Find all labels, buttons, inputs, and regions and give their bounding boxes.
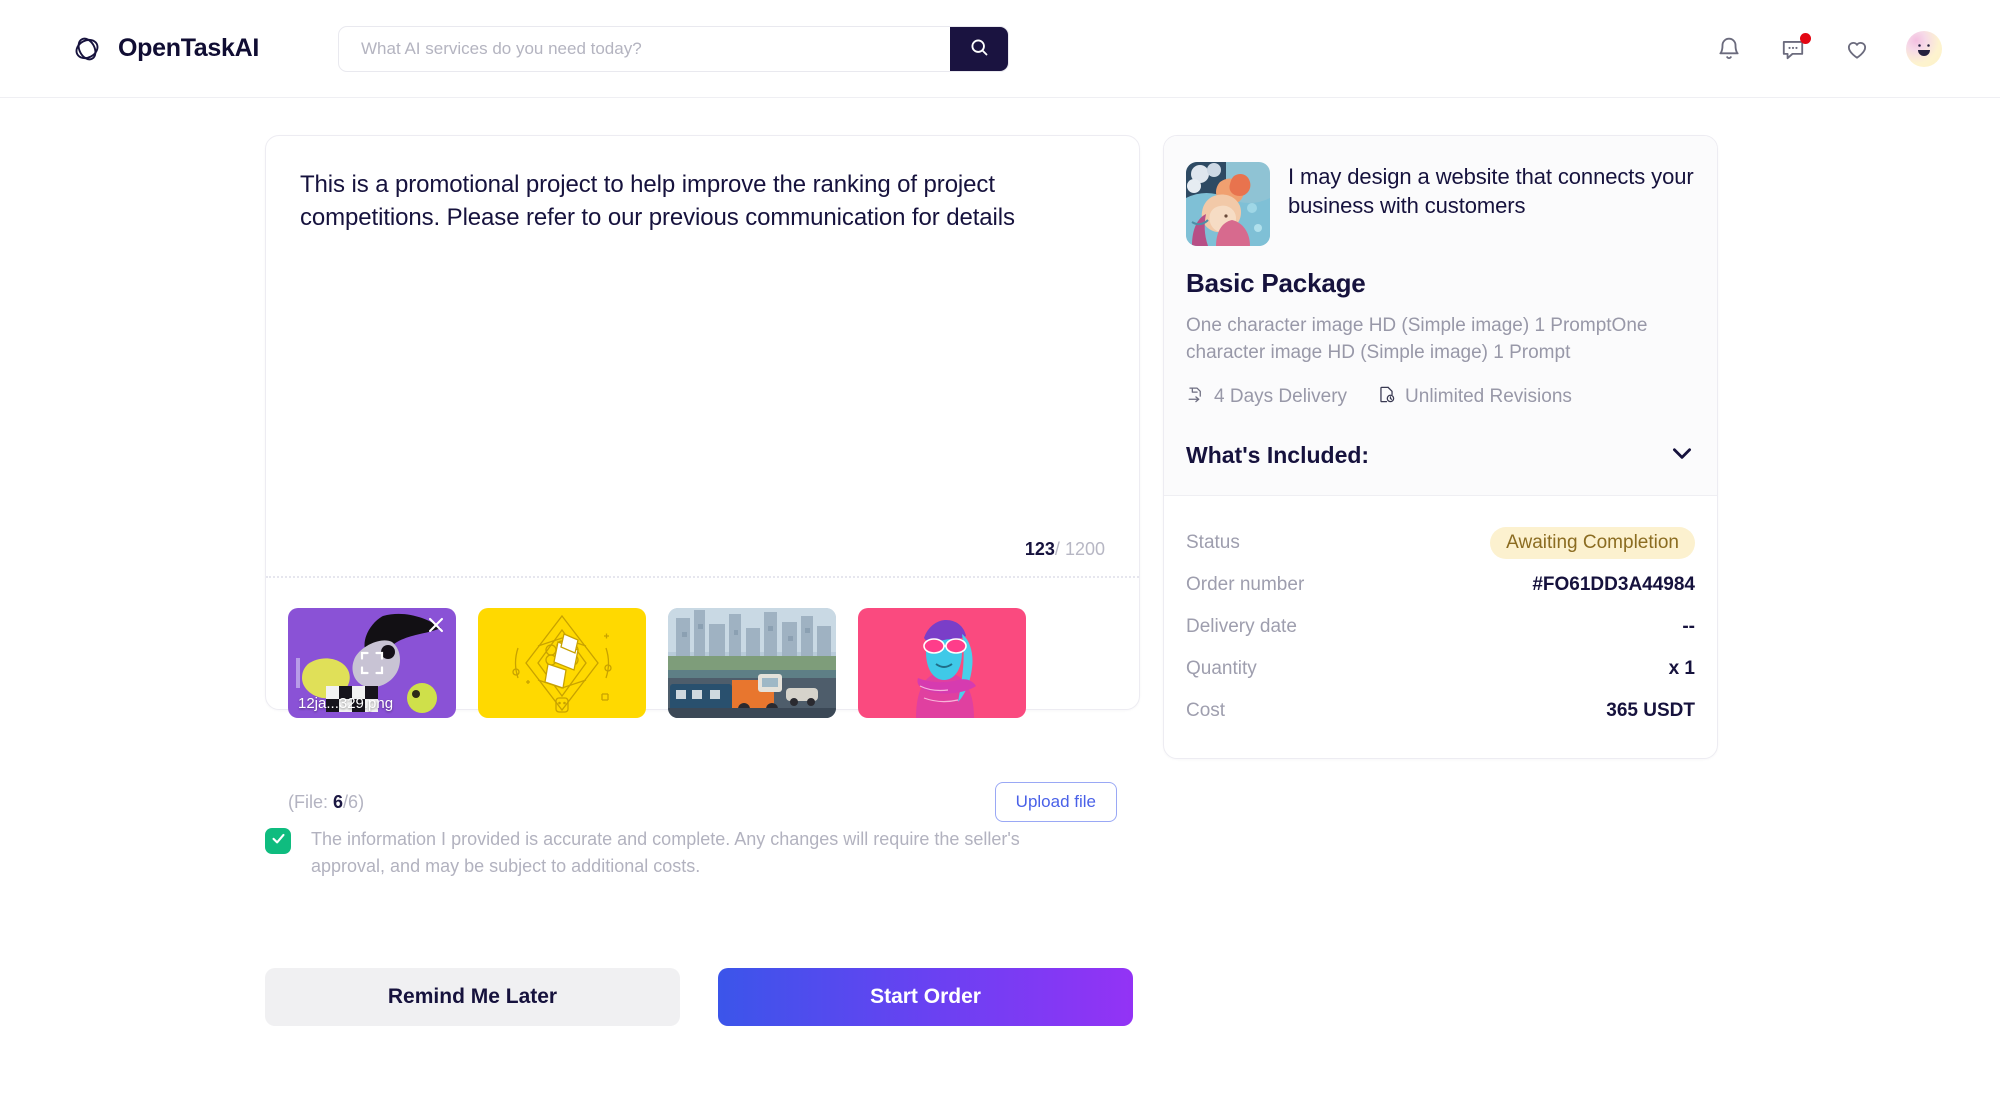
brand-name: OpenTaskAI (118, 34, 260, 62)
section-divider (266, 576, 1139, 578)
order-row: Delivery date -- (1186, 606, 1695, 648)
whats-included-label: What's Included: (1186, 441, 1370, 468)
character-counter: 123/ 1200 (1025, 539, 1105, 560)
checkmark-icon (270, 830, 287, 852)
attachment-thumb[interactable] (858, 608, 1026, 718)
order-row: Status Awaiting Completion (1186, 522, 1695, 564)
revisions-text: Unlimited Revisions (1405, 386, 1572, 408)
order-row-label: Quantity (1186, 657, 1257, 679)
order-row-label: Order number (1186, 573, 1305, 595)
order-details: Status Awaiting Completion Order number … (1164, 494, 1717, 758)
package-top-section: I may design a website that connects you… (1164, 136, 1717, 495)
upload-file-button[interactable]: Upload file (994, 782, 1117, 822)
order-brief-card: This is a promotional project to help im… (265, 135, 1140, 822)
order-row: Order number #FO61DD3A44984 (1186, 564, 1695, 606)
attachment-thumb[interactable]: 12ja...329.png (288, 608, 456, 718)
attachment-thumbnails: 12ja...329.png (288, 608, 1026, 718)
attachment-thumb[interactable] (668, 608, 836, 718)
delivery-time-icon (1186, 385, 1205, 410)
chevron-down-icon (1669, 440, 1695, 471)
unread-badge (1800, 33, 1811, 44)
order-row: Cost 365 USDT (1186, 690, 1695, 732)
app-header: OpenTaskAI (0, 0, 2000, 98)
search-input[interactable] (339, 27, 950, 71)
package-name: Basic Package (1186, 268, 1366, 298)
file-footer-row: (File: 6/6) Upload file (288, 782, 1117, 822)
order-row-value: x 1 (1668, 657, 1695, 679)
order-row-label: Delivery date (1186, 615, 1297, 637)
order-row-value: -- (1682, 615, 1695, 637)
delivery-info: 4 Days Delivery (1186, 385, 1347, 410)
brief-textarea[interactable]: This is a promotional project to help im… (266, 136, 1139, 234)
remind-me-later-button[interactable]: Remind Me Later (265, 968, 680, 1026)
action-buttons: Remind Me Later Start Order (265, 968, 1133, 1026)
search-icon (969, 37, 990, 61)
package-thumbnail[interactable] (1186, 162, 1270, 246)
hexagon-loop-logo-icon (70, 32, 104, 66)
consent-checkbox[interactable] (265, 828, 291, 854)
expand-icon[interactable] (358, 649, 386, 677)
bell-icon[interactable] (1714, 34, 1744, 64)
file-count-suffix: ) (358, 791, 365, 812)
file-count-max: 6 (348, 791, 359, 812)
order-row: Quantity x 1 (1186, 648, 1695, 690)
revisions-info: Unlimited Revisions (1377, 385, 1572, 410)
order-row-value: 365 USDT (1606, 699, 1695, 721)
heart-icon[interactable] (1842, 34, 1872, 64)
status-badge: Awaiting Completion (1490, 526, 1695, 559)
character-count: 123 (1024, 539, 1055, 559)
revision-file-icon (1377, 385, 1396, 410)
package-description: One character image HD (Simple image) 1 … (1186, 315, 1648, 363)
chat-bubble-icon[interactable] (1778, 33, 1811, 64)
character-limit: 1200 (1064, 539, 1105, 559)
package-meta: 4 Days Delivery Unlimited Revisions (1186, 385, 1695, 410)
consent-row: The information I provided is accurate a… (265, 826, 1095, 881)
service-title[interactable]: I may design a website that connects you… (1288, 162, 1695, 220)
file-count-current: 6 (333, 791, 344, 812)
consent-text: The information I provided is accurate a… (311, 829, 1020, 877)
counter-separator: / (1054, 539, 1060, 559)
whats-included-toggle[interactable]: What's Included: (1186, 434, 1695, 495)
file-count: (File: 6/6) (288, 792, 364, 813)
start-order-button[interactable]: Start Order (718, 968, 1133, 1026)
package-summary-card: I may design a website that connects you… (1163, 135, 1718, 759)
file-count-prefix: (File: (288, 791, 328, 812)
brand[interactable]: OpenTaskAI (70, 32, 259, 66)
user-avatar-smiley[interactable] (1906, 31, 1942, 67)
order-row-label: Status (1186, 531, 1240, 553)
close-x-icon[interactable] (425, 614, 447, 636)
order-row-label: Cost (1186, 699, 1226, 721)
attachment-thumb[interactable] (478, 608, 646, 718)
order-row-value: #FO61DD3A44984 (1532, 573, 1695, 595)
attachment-filename: 12ja...329.png (298, 695, 394, 712)
search-button[interactable] (950, 27, 1008, 71)
search-bar[interactable] (338, 26, 1009, 72)
delivery-text: 4 Days Delivery (1214, 386, 1348, 408)
package-header: I may design a website that connects you… (1186, 162, 1695, 246)
header-actions (1714, 0, 1942, 98)
